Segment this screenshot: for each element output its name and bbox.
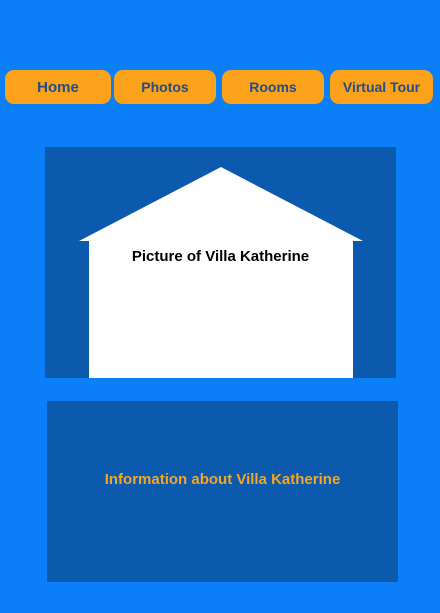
nav-virtual-tour-button[interactable]: Virtual Tour (330, 70, 433, 104)
nav-rooms-button[interactable]: Rooms (222, 70, 324, 104)
info-text: Information about Villa Katherine (104, 471, 341, 488)
nav-photos-button[interactable]: Photos (114, 70, 216, 104)
picture-caption: Picture of Villa Katherine (131, 248, 310, 265)
villa-picture-panel: Picture of Villa Katherine (45, 147, 396, 378)
nav-home-button[interactable]: Home (5, 70, 111, 104)
villa-info-panel: Information about Villa Katherine (47, 401, 398, 582)
main-nav: Home Photos Rooms Virtual Tour (0, 70, 440, 106)
